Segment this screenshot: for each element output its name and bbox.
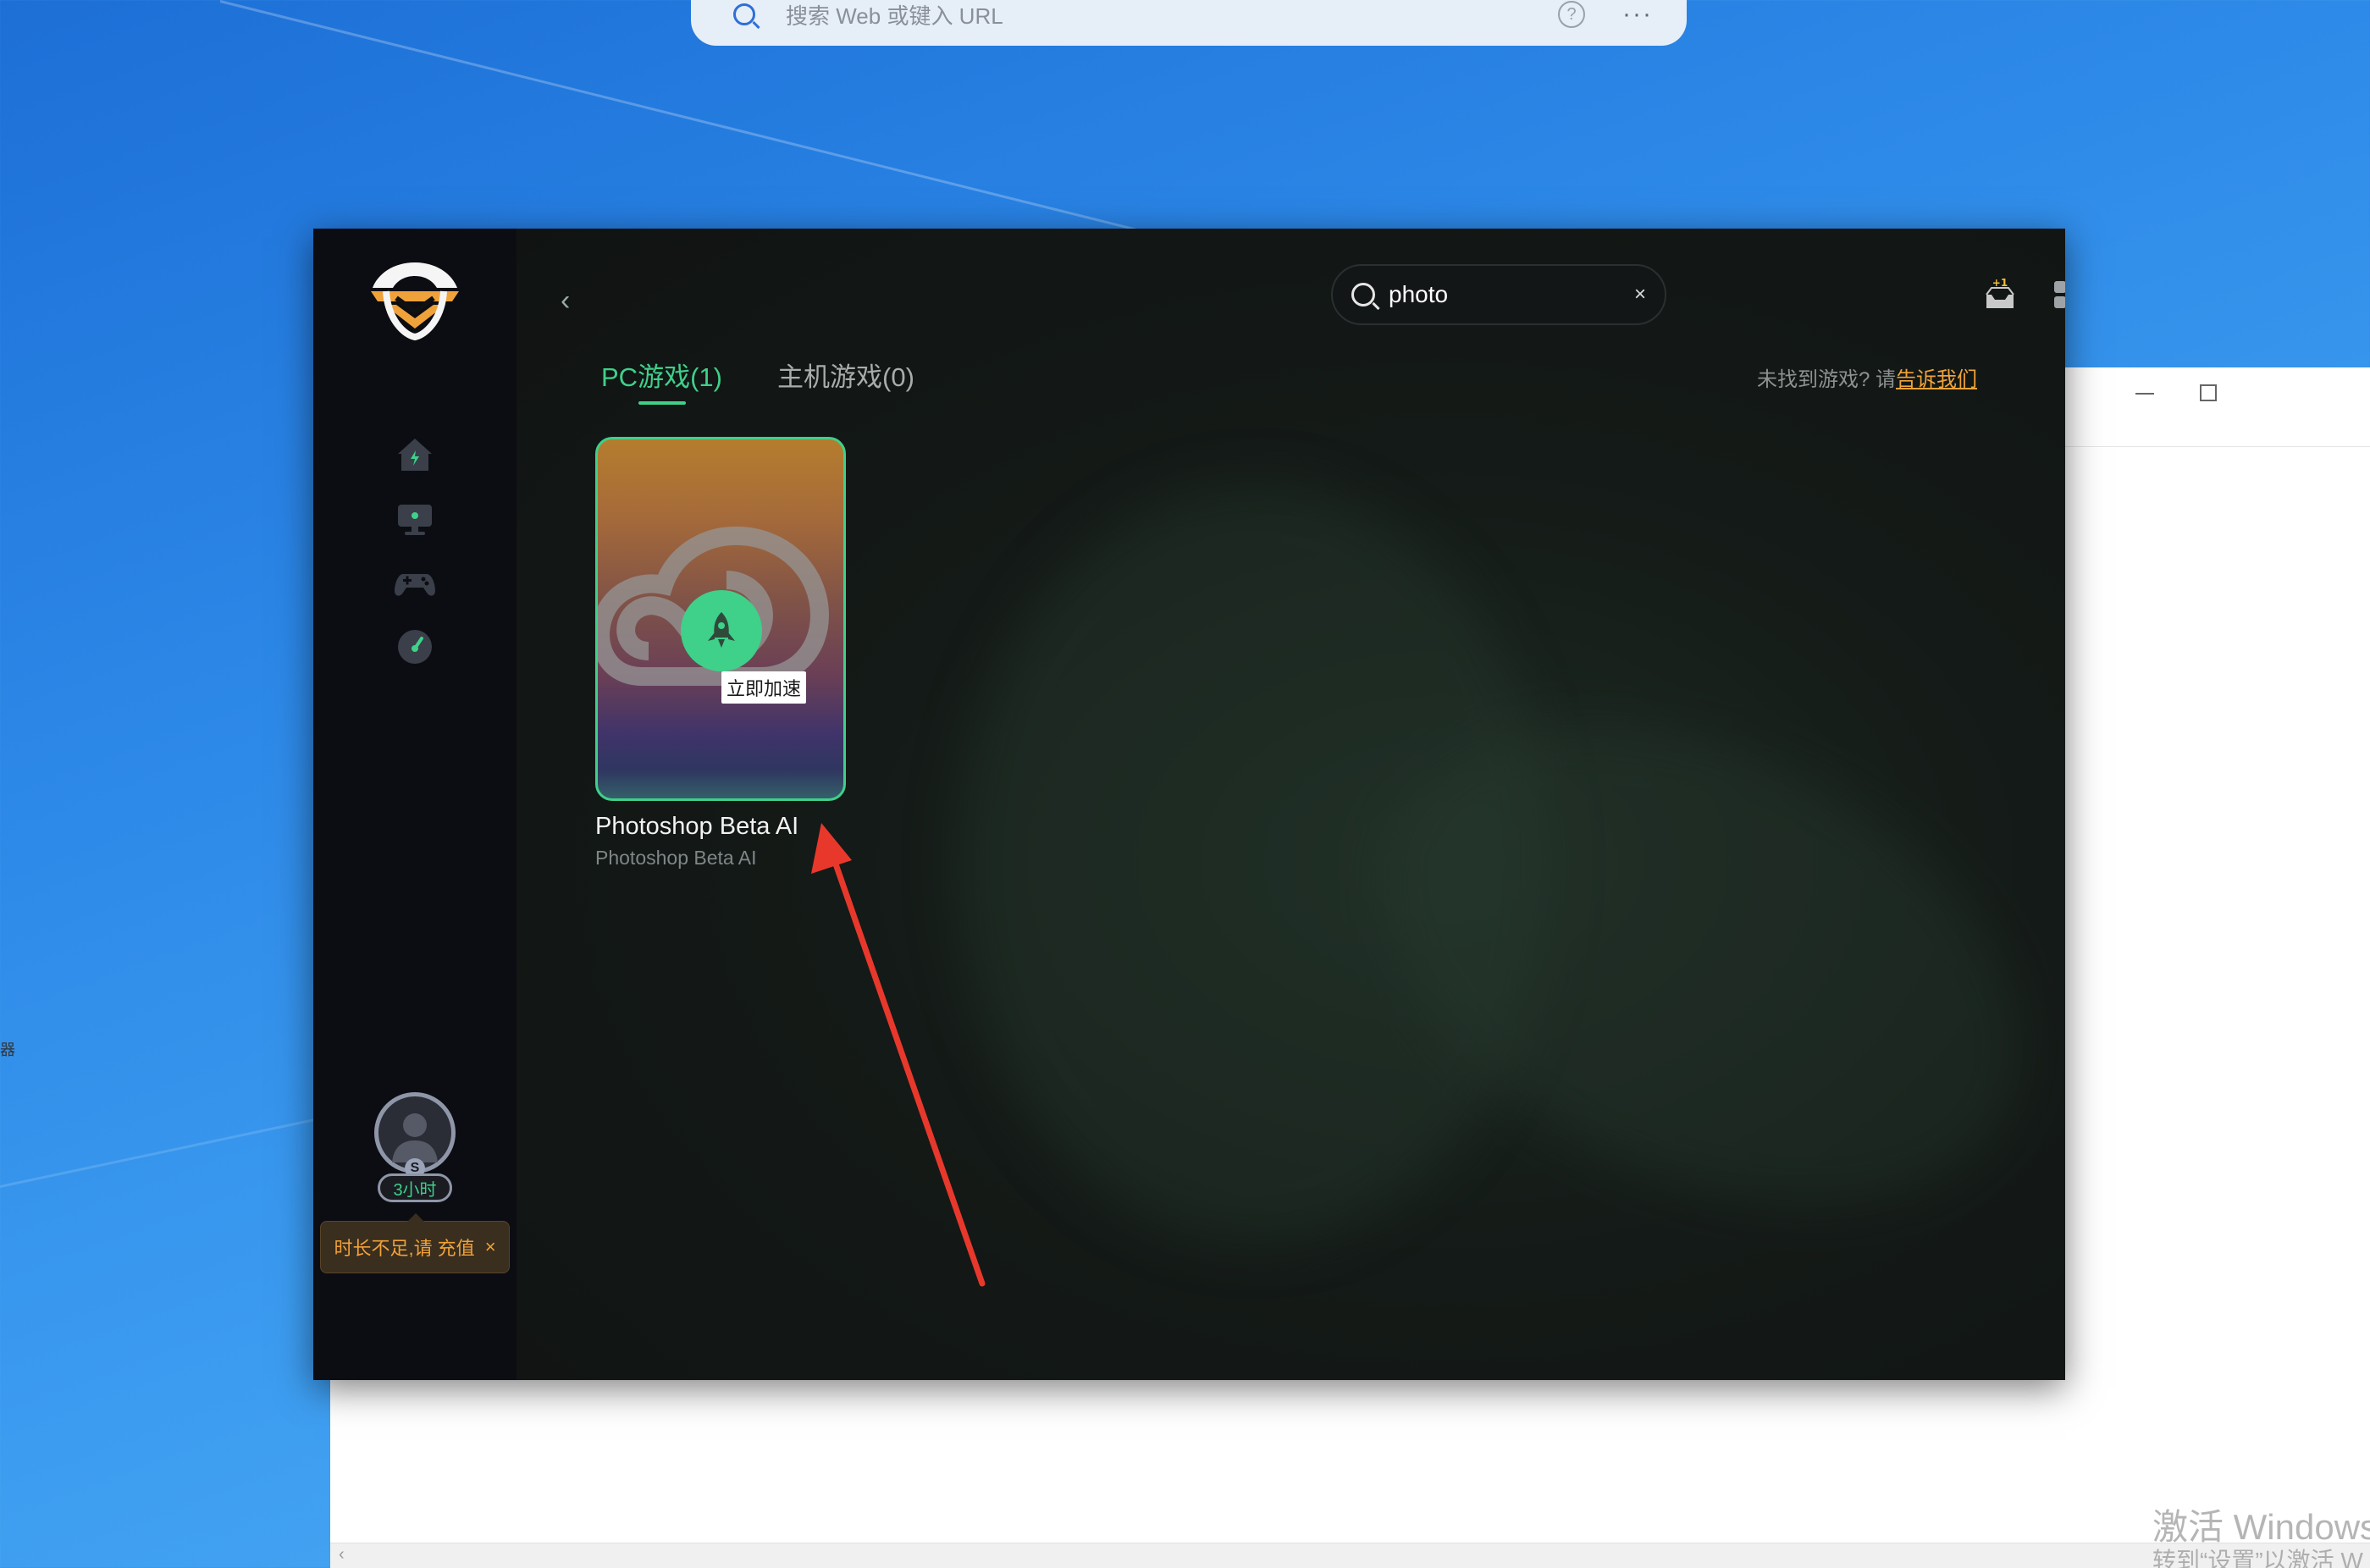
- scroll-left-icon[interactable]: ‹: [339, 1545, 345, 1565]
- game-card[interactable]: 立即加速: [595, 437, 846, 801]
- home-icon[interactable]: [393, 432, 437, 476]
- gamepad-icon[interactable]: [393, 560, 437, 605]
- not-found-hint: 未找到游戏? 请告诉我们: [1757, 362, 1977, 392]
- sidebar: S 3小时 时长不足,请 充值 ×: [313, 229, 517, 1380]
- tab-pc-games[interactable]: PC游戏(1): [601, 356, 722, 394]
- background-window-titlebar: [2040, 367, 2370, 447]
- clear-search-button[interactable]: ×: [1634, 283, 1646, 306]
- speedometer-icon[interactable]: [393, 625, 437, 669]
- maximize-icon[interactable]: [2200, 384, 2217, 401]
- back-button[interactable]: ‹: [561, 284, 586, 318]
- game-booster-app-window: S 3小时 时长不足,请 充值 × ‹ photo × +1 ✕: [313, 229, 2065, 1380]
- main-content: ‹ photo × +1 ✕ PC游戏(1) 主机游戏(0) 未找到游戏? 请告…: [517, 229, 2065, 1380]
- rocket-icon: [708, 612, 735, 648]
- gift-inbox-icon[interactable]: +1: [1983, 278, 2017, 312]
- minimize-icon[interactable]: [2135, 393, 2154, 395]
- app-logo: [371, 262, 459, 341]
- remaining-hours-badge: 3小时: [378, 1173, 452, 1202]
- help-icon[interactable]: ?: [1558, 1, 1586, 28]
- more-options-icon[interactable]: ···: [1622, 0, 1653, 29]
- recharge-tooltip[interactable]: 时长不足,请 充值 ×: [320, 1213, 510, 1273]
- user-avatar[interactable]: S 3小时: [369, 1092, 461, 1202]
- recharge-tip-text[interactable]: 时长不足,请 充值: [334, 1234, 474, 1261]
- horizontal-scrollbar[interactable]: ‹: [330, 1543, 2370, 1568]
- close-icon[interactable]: ×: [485, 1236, 496, 1258]
- game-search-input[interactable]: photo ×: [1331, 264, 1666, 325]
- address-input-placeholder[interactable]: 搜索 Web 或键入 URL: [786, 0, 1558, 30]
- annotation-arrow: [811, 823, 986, 1287]
- boost-tooltip: 立即加速: [721, 671, 807, 704]
- apps-grid-icon[interactable]: [2051, 278, 2065, 312]
- browser-address-bar[interactable]: 搜索 Web 或键入 URL ? ···: [691, 0, 1687, 46]
- boost-button[interactable]: [681, 590, 762, 671]
- tell-us-link[interactable]: 告诉我们: [1896, 368, 1977, 391]
- desktop-edge-text: 器: [0, 1041, 15, 1058]
- search-icon: [1351, 283, 1375, 306]
- activate-windows-subtitle: 转到“设置”以激活 W: [2152, 1548, 2363, 1568]
- svg-text:+1: +1: [1992, 278, 2008, 289]
- game-title[interactable]: Photoshop Beta AI: [595, 813, 798, 841]
- game-subtitle: Photoshop Beta AI: [595, 847, 757, 869]
- active-tab-indicator: [638, 401, 686, 405]
- search-input-value[interactable]: photo: [1389, 281, 1634, 308]
- monitor-icon[interactable]: [393, 496, 437, 540]
- search-icon: [733, 3, 755, 25]
- tab-console-games[interactable]: 主机游戏(0): [777, 356, 914, 394]
- not-found-text: 未找到游戏? 请: [1756, 368, 1896, 391]
